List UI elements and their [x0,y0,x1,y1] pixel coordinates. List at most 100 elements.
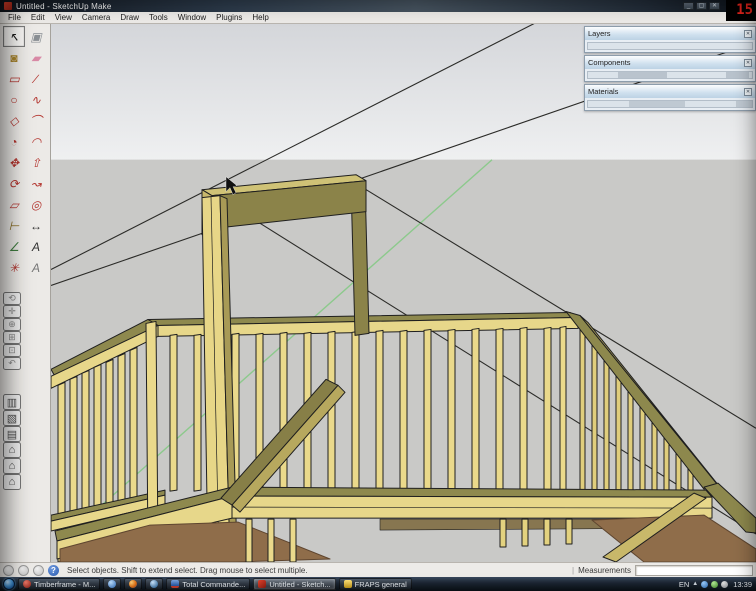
antivirus-tray-icon[interactable] [711,581,718,588]
menu-item[interactable]: Edit [26,13,50,22]
credits-icon[interactable] [18,565,29,576]
pie-tool[interactable]: ◔ [3,131,25,152]
right-view[interactable]: ⌂ [3,458,21,474]
panel-scrollbar[interactable] [587,71,753,79]
freehand-tool[interactable]: ∿ [25,89,47,110]
text-tool[interactable]: A [25,236,47,257]
taskbar-button-app1[interactable]: Timberframe - M... [18,578,100,590]
menu-item[interactable]: Camera [77,13,115,22]
geolocation-icon[interactable] [3,565,14,576]
titlebar: Untitled - SketchUp Make _ ▢ ✕ [0,0,756,12]
two-point-arc-tool[interactable]: ◠ [25,131,47,152]
dimension-tool[interactable]: ↔ [25,215,47,236]
tool-icon: ▰ [31,51,40,65]
tool-icon: ◠ [31,135,41,149]
select-tool[interactable]: ↖ [3,26,25,47]
zoom-window-tool[interactable]: ⊞ [3,331,21,344]
front-view[interactable]: ⌂ [3,442,21,458]
panel-header[interactable]: Materials ✕ [585,85,755,98]
iso-view[interactable]: ▧ [3,410,21,426]
orbit-tool[interactable]: ⟲ [3,292,21,305]
tray-expand-icon[interactable]: ▲ [692,581,698,587]
menu-item[interactable]: Tools [144,13,173,22]
back-view[interactable]: ⌂ [3,474,21,490]
view-tools: ▥ ▧ ▤ ⌂ ⌂ ⌂ [3,394,21,490]
media-app-icon [150,580,158,588]
taskbar-pinned-app-icon[interactable] [103,578,121,590]
tool-icon: ⊢ [9,219,19,233]
panel-title: Materials [588,87,618,96]
tool-icon: ◇ [9,114,18,128]
sketchup-taskbar-icon [258,580,266,588]
system-tray: EN ▲ 13:39 [679,580,753,589]
tool-icon: A [32,240,40,254]
polygon-tool[interactable]: ◇ [3,110,25,131]
help-icon[interactable]: ? [48,565,59,576]
menu-item[interactable]: File [3,13,26,22]
panel-scrollbar[interactable] [587,42,753,50]
taskbar-firefox-icon[interactable] [124,578,142,590]
menu-bar: FileEditViewCameraDrawToolsWindowPlugins… [0,12,756,24]
tape-measure-tool[interactable]: ⊢ [3,215,25,236]
pan-tool[interactable]: ✛ [3,305,21,318]
tool-icon: ◎ [31,198,41,212]
top-view[interactable]: ▤ [3,426,21,442]
follow-me-tool[interactable]: ↝ [25,173,47,194]
panel-close-icon[interactable]: ✕ [744,59,752,67]
rectangle-tool[interactable]: ▭ [3,68,25,89]
tool-icon: ↖ [9,30,19,44]
tool-icon: ↝ [31,177,41,191]
push-pull-tool[interactable]: ⇧ [25,152,47,173]
paint-bucket-tool[interactable]: ◙ [3,47,25,68]
panel-scrollbar[interactable] [587,100,753,108]
scale-tool[interactable]: ▱ [3,194,25,215]
taskbar-button-total-commander[interactable]: Total Commande... [166,578,250,590]
tray-language[interactable]: EN [679,580,689,589]
3d-text-tool[interactable]: A [25,257,47,278]
menu-item[interactable]: Help [247,13,273,22]
menu-item[interactable]: Draw [115,13,144,22]
panel-close-icon[interactable]: ✕ [744,30,752,38]
circle-tool[interactable]: ○ [3,89,25,110]
maximize-button[interactable]: ▢ [696,2,707,10]
menu-item[interactable]: Window [173,13,211,22]
menu-item[interactable]: View [50,13,77,22]
menu-item[interactable]: Plugins [211,13,247,22]
taskbar-pinned-app2-icon[interactable] [145,578,163,590]
window-title: Untitled - SketchUp Make [16,2,112,11]
taskbar-button-sketchup[interactable]: Untitled - Sketch... [253,578,335,590]
total-commander-icon [171,580,179,588]
tool-icon: ▱ [9,198,18,212]
model-box-view[interactable]: ▥ [3,394,21,410]
arc-tool[interactable]: ⌒ [25,110,47,131]
taskbar-button-fraps[interactable]: FRAPS general [339,578,412,590]
minimize-button[interactable]: _ [683,2,694,10]
fps-counter-overlay: 15 [726,0,756,21]
close-button[interactable]: ✕ [709,2,720,10]
rotate-tool[interactable]: ⟳ [3,173,25,194]
previous-view-tool[interactable]: ↶ [3,357,21,370]
tray-clock[interactable]: 13:39 [733,580,752,589]
offset-tool[interactable]: ◎ [25,194,47,215]
volume-tray-icon[interactable] [721,581,728,588]
move-tool[interactable]: ✥ [3,152,25,173]
sign-in-icon[interactable] [33,565,44,576]
network-tray-icon[interactable] [701,581,708,588]
axes-tool[interactable]: ✳ [3,257,25,278]
blue-app-icon [108,580,116,588]
line-tool[interactable]: ∕ [25,68,47,89]
start-button[interactable] [3,578,15,590]
status-hint: Select objects. Shift to extend select. … [67,566,308,575]
protractor-tool[interactable]: ∠ [3,236,25,257]
model-viewport[interactable]: Layers ✕ Components ✕ [51,24,756,562]
zoom-tool[interactable]: ⊕ [3,318,21,331]
eraser-tool[interactable]: ▰ [25,47,47,68]
tool-icon: ↔ [30,219,42,233]
zoom-extents-tool[interactable]: ⊡ [3,344,21,357]
panel-header[interactable]: Components ✕ [585,56,755,69]
make-component-tool[interactable]: ▣ [25,26,47,47]
measurements-input[interactable] [635,565,753,576]
panel-close-icon[interactable]: ✕ [744,88,752,96]
panel-header[interactable]: Layers ✕ [585,27,755,40]
tool-icon: ⇧ [31,156,41,170]
